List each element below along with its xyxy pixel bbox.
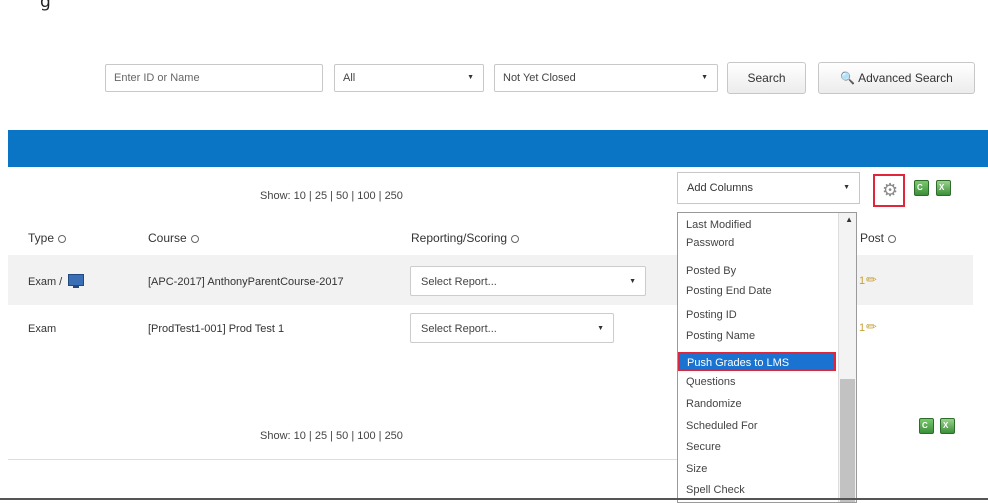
chevron-down-icon: ▼ (597, 325, 604, 332)
dropdown-option[interactable]: Posting Name (686, 330, 755, 342)
column-header-post[interactable]: Post (860, 231, 897, 245)
status-filter-value: Not Yet Closed (503, 72, 576, 84)
page-title-fragment: g (40, 0, 51, 12)
type-filter-value: All (343, 72, 356, 84)
sort-icon[interactable] (58, 235, 67, 243)
dropdown-option[interactable]: Posting ID (686, 309, 737, 321)
page-size-selector-top[interactable]: Show: 10 | 25 | 50 | 100 | 250 (260, 190, 403, 202)
excel-export-icon[interactable]: X (940, 418, 955, 434)
dropdown-option-highlighted[interactable]: Push Grades to LMS (678, 352, 836, 371)
add-columns-select[interactable]: Add Columns ▼ (677, 172, 860, 204)
dropdown-option[interactable]: Scheduled For (686, 420, 758, 432)
row-type: Exam (28, 323, 57, 335)
column-header-course-label: Course (148, 231, 187, 245)
report-select[interactable]: Select Report... ▼ (410, 313, 614, 343)
dropdown-option[interactable]: Questions (686, 376, 736, 388)
dropdown-option[interactable]: Randomize (686, 398, 742, 410)
dropdown-option[interactable]: Spell Check (686, 484, 745, 496)
type-filter-select[interactable]: All ▼ (334, 64, 484, 92)
chevron-down-icon: ▼ (701, 74, 708, 81)
row-type: Exam / (28, 276, 63, 288)
advanced-search-label: Advanced Search (858, 71, 953, 85)
sort-icon[interactable] (511, 235, 520, 243)
post-count: 1 (859, 275, 866, 287)
column-header-type[interactable]: Type (28, 231, 67, 245)
sort-icon[interactable] (888, 235, 897, 243)
report-select-value: Select Report... (421, 276, 497, 288)
sort-icon[interactable] (190, 235, 199, 243)
dropdown-option[interactable]: Posted By (686, 265, 736, 277)
page-size-selector-bottom[interactable]: Show: 10 | 25 | 50 | 100 | 250 (260, 430, 403, 442)
pencil-icon[interactable]: ✏ (866, 319, 877, 335)
csv-export-icon[interactable]: C (914, 180, 929, 196)
divider (8, 459, 678, 460)
search-button[interactable]: Search (727, 62, 806, 94)
settings-button[interactable]: ⚙ (873, 174, 905, 207)
scroll-up-icon[interactable]: ▲ (845, 215, 853, 224)
dropdown-option[interactable]: Last Modified (686, 219, 751, 231)
dropdown-option[interactable]: Password (686, 237, 734, 249)
column-header-course[interactable]: Course (148, 231, 199, 245)
search-button-label: Search (747, 71, 786, 85)
search-input[interactable]: Enter ID or Name (105, 64, 323, 92)
excel-export-icon[interactable]: X (936, 180, 951, 196)
csv-export-icon[interactable]: C (919, 418, 934, 434)
magnifier-icon: 🔍 (840, 71, 856, 85)
column-header-reporting[interactable]: Reporting/Scoring (411, 231, 520, 245)
status-filter-select[interactable]: Not Yet Closed ▼ (494, 64, 718, 92)
scrollbar-thumb[interactable] (840, 379, 855, 502)
report-select-value: Select Report... (421, 323, 497, 335)
toolbar-bar (8, 130, 988, 167)
chevron-down-icon: ▼ (467, 74, 474, 81)
dropdown-scrollbar[interactable]: ▲ (838, 213, 856, 502)
advanced-search-button[interactable]: 🔍 Advanced Search (818, 62, 975, 94)
chevron-down-icon: ▼ (629, 278, 636, 285)
dropdown-option[interactable]: Size (686, 463, 707, 475)
report-select[interactable]: Select Report... ▼ (410, 266, 646, 296)
column-header-reporting-label: Reporting/Scoring (411, 231, 508, 245)
search-input-placeholder: Enter ID or Name (114, 72, 200, 84)
add-columns-label: Add Columns (687, 182, 754, 194)
chevron-down-icon: ▼ (843, 184, 850, 191)
divider (0, 498, 988, 500)
pencil-icon[interactable]: ✏ (866, 272, 877, 288)
dropdown-option[interactable]: Secure (686, 441, 721, 453)
gear-icon: ⚙ (882, 180, 899, 200)
row-course[interactable]: [ProdTest1-001] Prod Test 1 (148, 323, 284, 335)
add-columns-dropdown-list: Last Modified Password Posted By Posting… (677, 212, 857, 503)
column-header-post-label: Post (860, 231, 885, 245)
monitor-icon (68, 274, 84, 288)
post-count: 1 (859, 322, 866, 334)
dropdown-option[interactable]: Posting End Date (686, 285, 772, 297)
column-header-type-label: Type (28, 231, 55, 245)
row-course[interactable]: [APC-2017] AnthonyParentCourse-2017 (148, 276, 344, 288)
